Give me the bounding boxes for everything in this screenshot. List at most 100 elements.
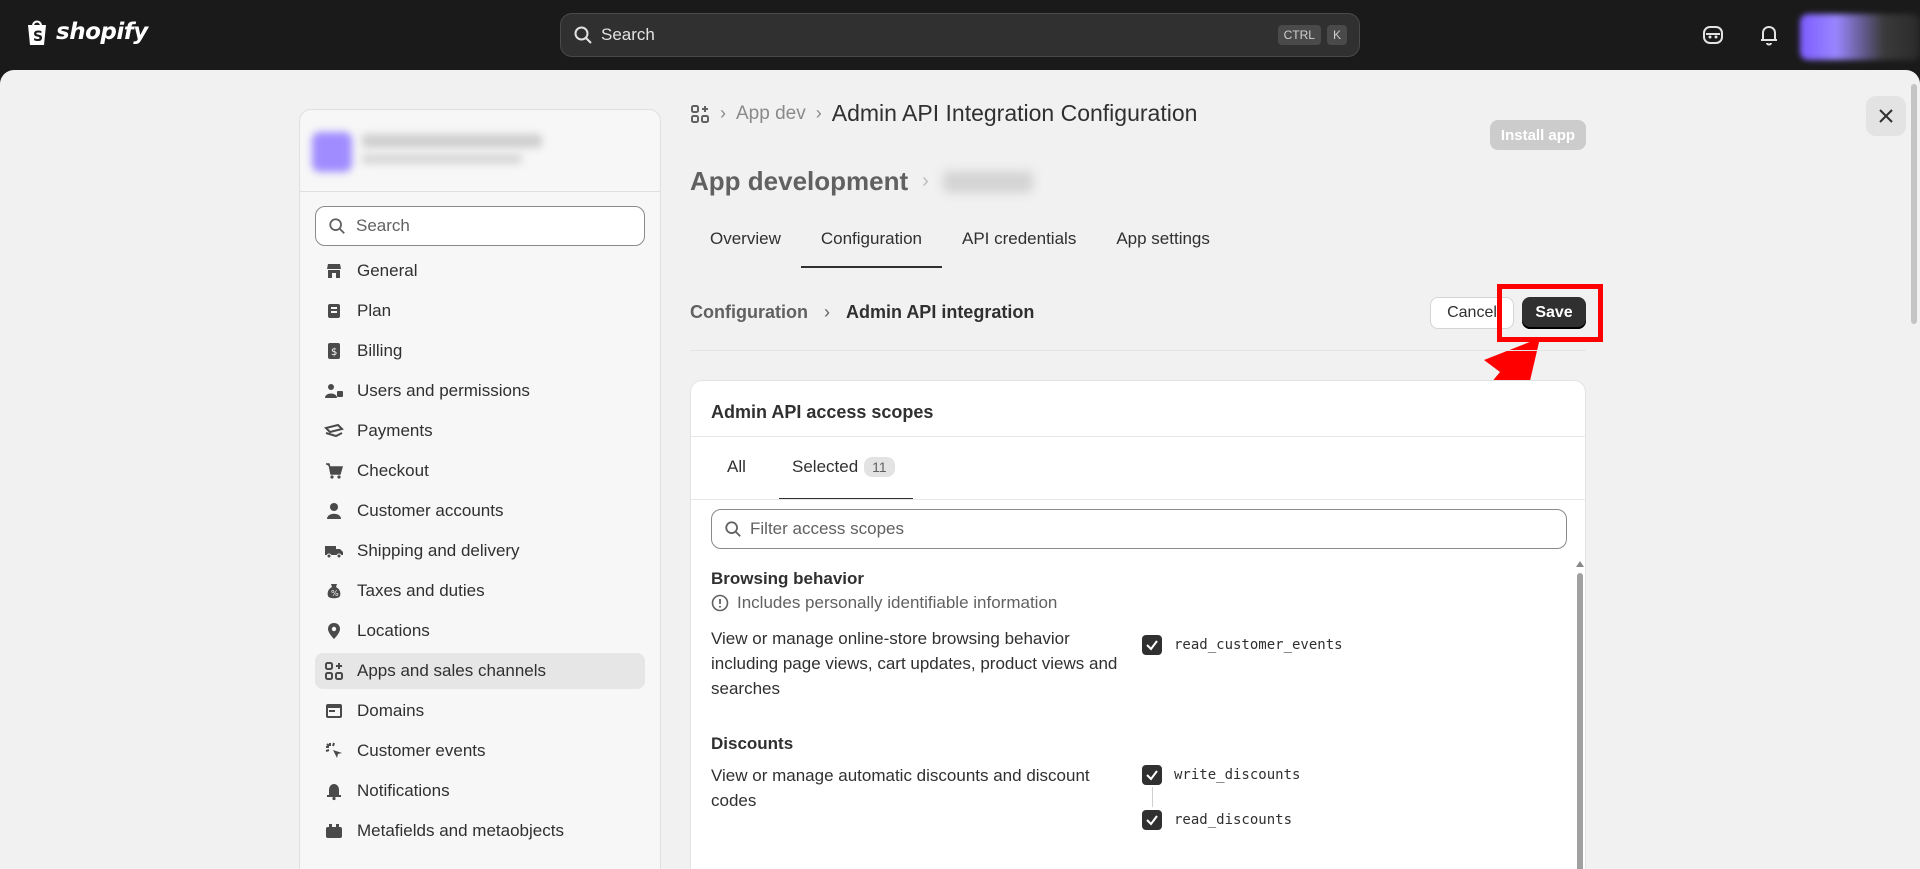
scrollbar-thumb[interactable] (1577, 573, 1583, 869)
breadcrumb-app-dev[interactable]: App dev (736, 103, 806, 125)
sidebar-item-apps-and-sales-channels[interactable]: Apps and sales channels (315, 653, 645, 689)
scrollbar-thumb[interactable] (1911, 84, 1917, 324)
payments-icon (323, 420, 345, 442)
sidebar-item-notifications[interactable]: Notifications (315, 773, 645, 809)
shortcut-k: K (1326, 25, 1347, 45)
page-scrollbar[interactable] (1908, 70, 1920, 869)
user-avatar[interactable] (1800, 14, 1920, 60)
checkmark-icon (1146, 770, 1158, 781)
person-icon (323, 500, 345, 522)
section-desc-browsing: View or manage online-store browsing beh… (711, 629, 1118, 698)
close-button[interactable] (1866, 96, 1906, 136)
truck-icon (323, 540, 345, 562)
top-bar: S shopify Search CTRL K (0, 0, 1920, 70)
checkbox-checked[interactable] (1142, 635, 1162, 655)
section-title-browsing: Browsing behavior (711, 569, 865, 588)
logo-text: shopify (56, 19, 148, 45)
sidebar-item-domains[interactable]: Domains (315, 693, 645, 729)
scope-name: read_discounts (1174, 812, 1293, 828)
install-app-button[interactable]: Install app (1490, 120, 1586, 150)
sidebar-item-plan[interactable]: Plan (315, 293, 645, 329)
app-development-header: App development › (690, 166, 1033, 197)
sidebar-item-checkout[interactable]: Checkout (315, 453, 645, 489)
page-title: Admin API Integration Configuration (831, 100, 1198, 126)
scope-name: read_customer_events (1174, 637, 1343, 653)
scope-row[interactable]: write_discounts (1142, 765, 1300, 785)
sidebar-item-metafields-and-metaobjects[interactable]: Metafields and metaobjects (315, 813, 645, 849)
checkbox-checked[interactable] (1142, 765, 1162, 785)
card-scrollbar[interactable] (1575, 561, 1585, 869)
filter-placeholder: Filter access scopes (750, 519, 904, 538)
store-header[interactable] (300, 110, 660, 192)
tab-selected-label: Selected (792, 457, 859, 476)
tab-all[interactable]: All (727, 457, 746, 477)
global-search-input[interactable]: Search CTRL K (560, 13, 1360, 57)
sidebar-item-locations[interactable]: Locations (315, 613, 645, 649)
sidebar-item-taxes-and-duties[interactable]: % Taxes and duties (315, 573, 645, 609)
sidebar-item-label: Taxes and duties (357, 581, 485, 600)
selected-count-badge: 11 (864, 457, 895, 477)
search-placeholder: Search (356, 216, 410, 235)
tab-configuration[interactable]: Configuration (800, 210, 943, 268)
sidebar-item-label: Customer accounts (357, 501, 504, 520)
sidebar-item-label: Customer events (357, 741, 486, 760)
users-icon (323, 380, 345, 402)
cart-icon (323, 460, 345, 482)
sidekick-icon[interactable] (1700, 22, 1726, 48)
sidebar-item-label: Metafields and metaobjects (357, 821, 564, 840)
sidebar-item-label: Billing (357, 341, 403, 360)
checkmark-icon (1146, 640, 1158, 651)
section-desc-discounts: View or manage automatic discounts and d… (711, 766, 1090, 810)
chevron-right-icon: › (720, 103, 726, 123)
divider (691, 436, 1585, 437)
sidebar-item-label: Shipping and delivery (357, 541, 520, 560)
settings-nav: General Plan $ Billing Users and permissions… (315, 253, 645, 853)
chevron-right-icon: › (815, 103, 822, 123)
main-content: › App dev › Admin API Integration Config… (690, 70, 1603, 869)
tab-app-settings[interactable]: App settings (1096, 210, 1230, 268)
sidebar-item-payments[interactable]: Payments (315, 413, 645, 449)
chevron-right-icon: › (922, 170, 929, 192)
filter-scopes-input[interactable]: Filter access scopes (711, 509, 1567, 549)
sidebar-item-billing[interactable]: $ Billing (315, 333, 645, 369)
search-placeholder: Search (601, 25, 655, 44)
sidebar-item-label: Plan (357, 301, 392, 320)
sidebar-item-label: Locations (357, 621, 430, 640)
metafields-icon (323, 820, 345, 842)
scope-name: write_discounts (1174, 767, 1301, 783)
scope-row[interactable]: read_customer_events (1142, 635, 1343, 655)
domains-icon (323, 700, 345, 722)
sidebar-item-customer-events[interactable]: Customer events (315, 733, 645, 769)
breadcrumb-configuration[interactable]: Configuration (690, 302, 808, 323)
card-title: Admin API access scopes (711, 402, 934, 422)
app-tabs: Overview Configuration API credentials App … (690, 210, 1590, 268)
bell-icon[interactable] (1756, 22, 1782, 48)
apps-icon (323, 660, 345, 682)
shopify-logo[interactable]: S shopify (24, 17, 148, 47)
search-icon (574, 26, 592, 44)
scope-row[interactable]: read_discounts (1142, 810, 1292, 830)
store-icon (323, 260, 345, 282)
store-avatar (312, 132, 352, 172)
store-name-redacted (362, 134, 542, 148)
apps-icon[interactable] (690, 104, 710, 124)
scope-connector-line (1152, 787, 1153, 807)
sidebar-item-label: Apps and sales channels (357, 661, 547, 680)
access-scopes-card: Admin API access scopes All Selected 11 F… (690, 380, 1586, 869)
divider (690, 350, 1586, 351)
scroll-up-arrow-icon[interactable] (1576, 561, 1584, 567)
settings-search-input[interactable]: Search (315, 206, 645, 246)
sidebar-item-general[interactable]: General (315, 253, 645, 289)
sidebar-item-label: General (357, 261, 418, 280)
sidebar-item-customer-accounts[interactable]: Customer accounts (315, 493, 645, 529)
plan-icon (323, 300, 345, 322)
svg-text:S: S (33, 29, 43, 45)
checkmark-icon (1146, 815, 1158, 826)
tab-overview[interactable]: Overview (690, 210, 801, 268)
checkbox-checked[interactable] (1142, 810, 1162, 830)
sidebar-item-users-and-permissions[interactable]: Users and permissions (315, 373, 645, 409)
tab-api-credentials[interactable]: API credentials (942, 210, 1096, 268)
tab-selected[interactable]: Selected 11 (792, 457, 895, 477)
sidebar-item-shipping-and-delivery[interactable]: Shipping and delivery (315, 533, 645, 569)
shortcut-ctrl: CTRL (1277, 25, 1321, 45)
